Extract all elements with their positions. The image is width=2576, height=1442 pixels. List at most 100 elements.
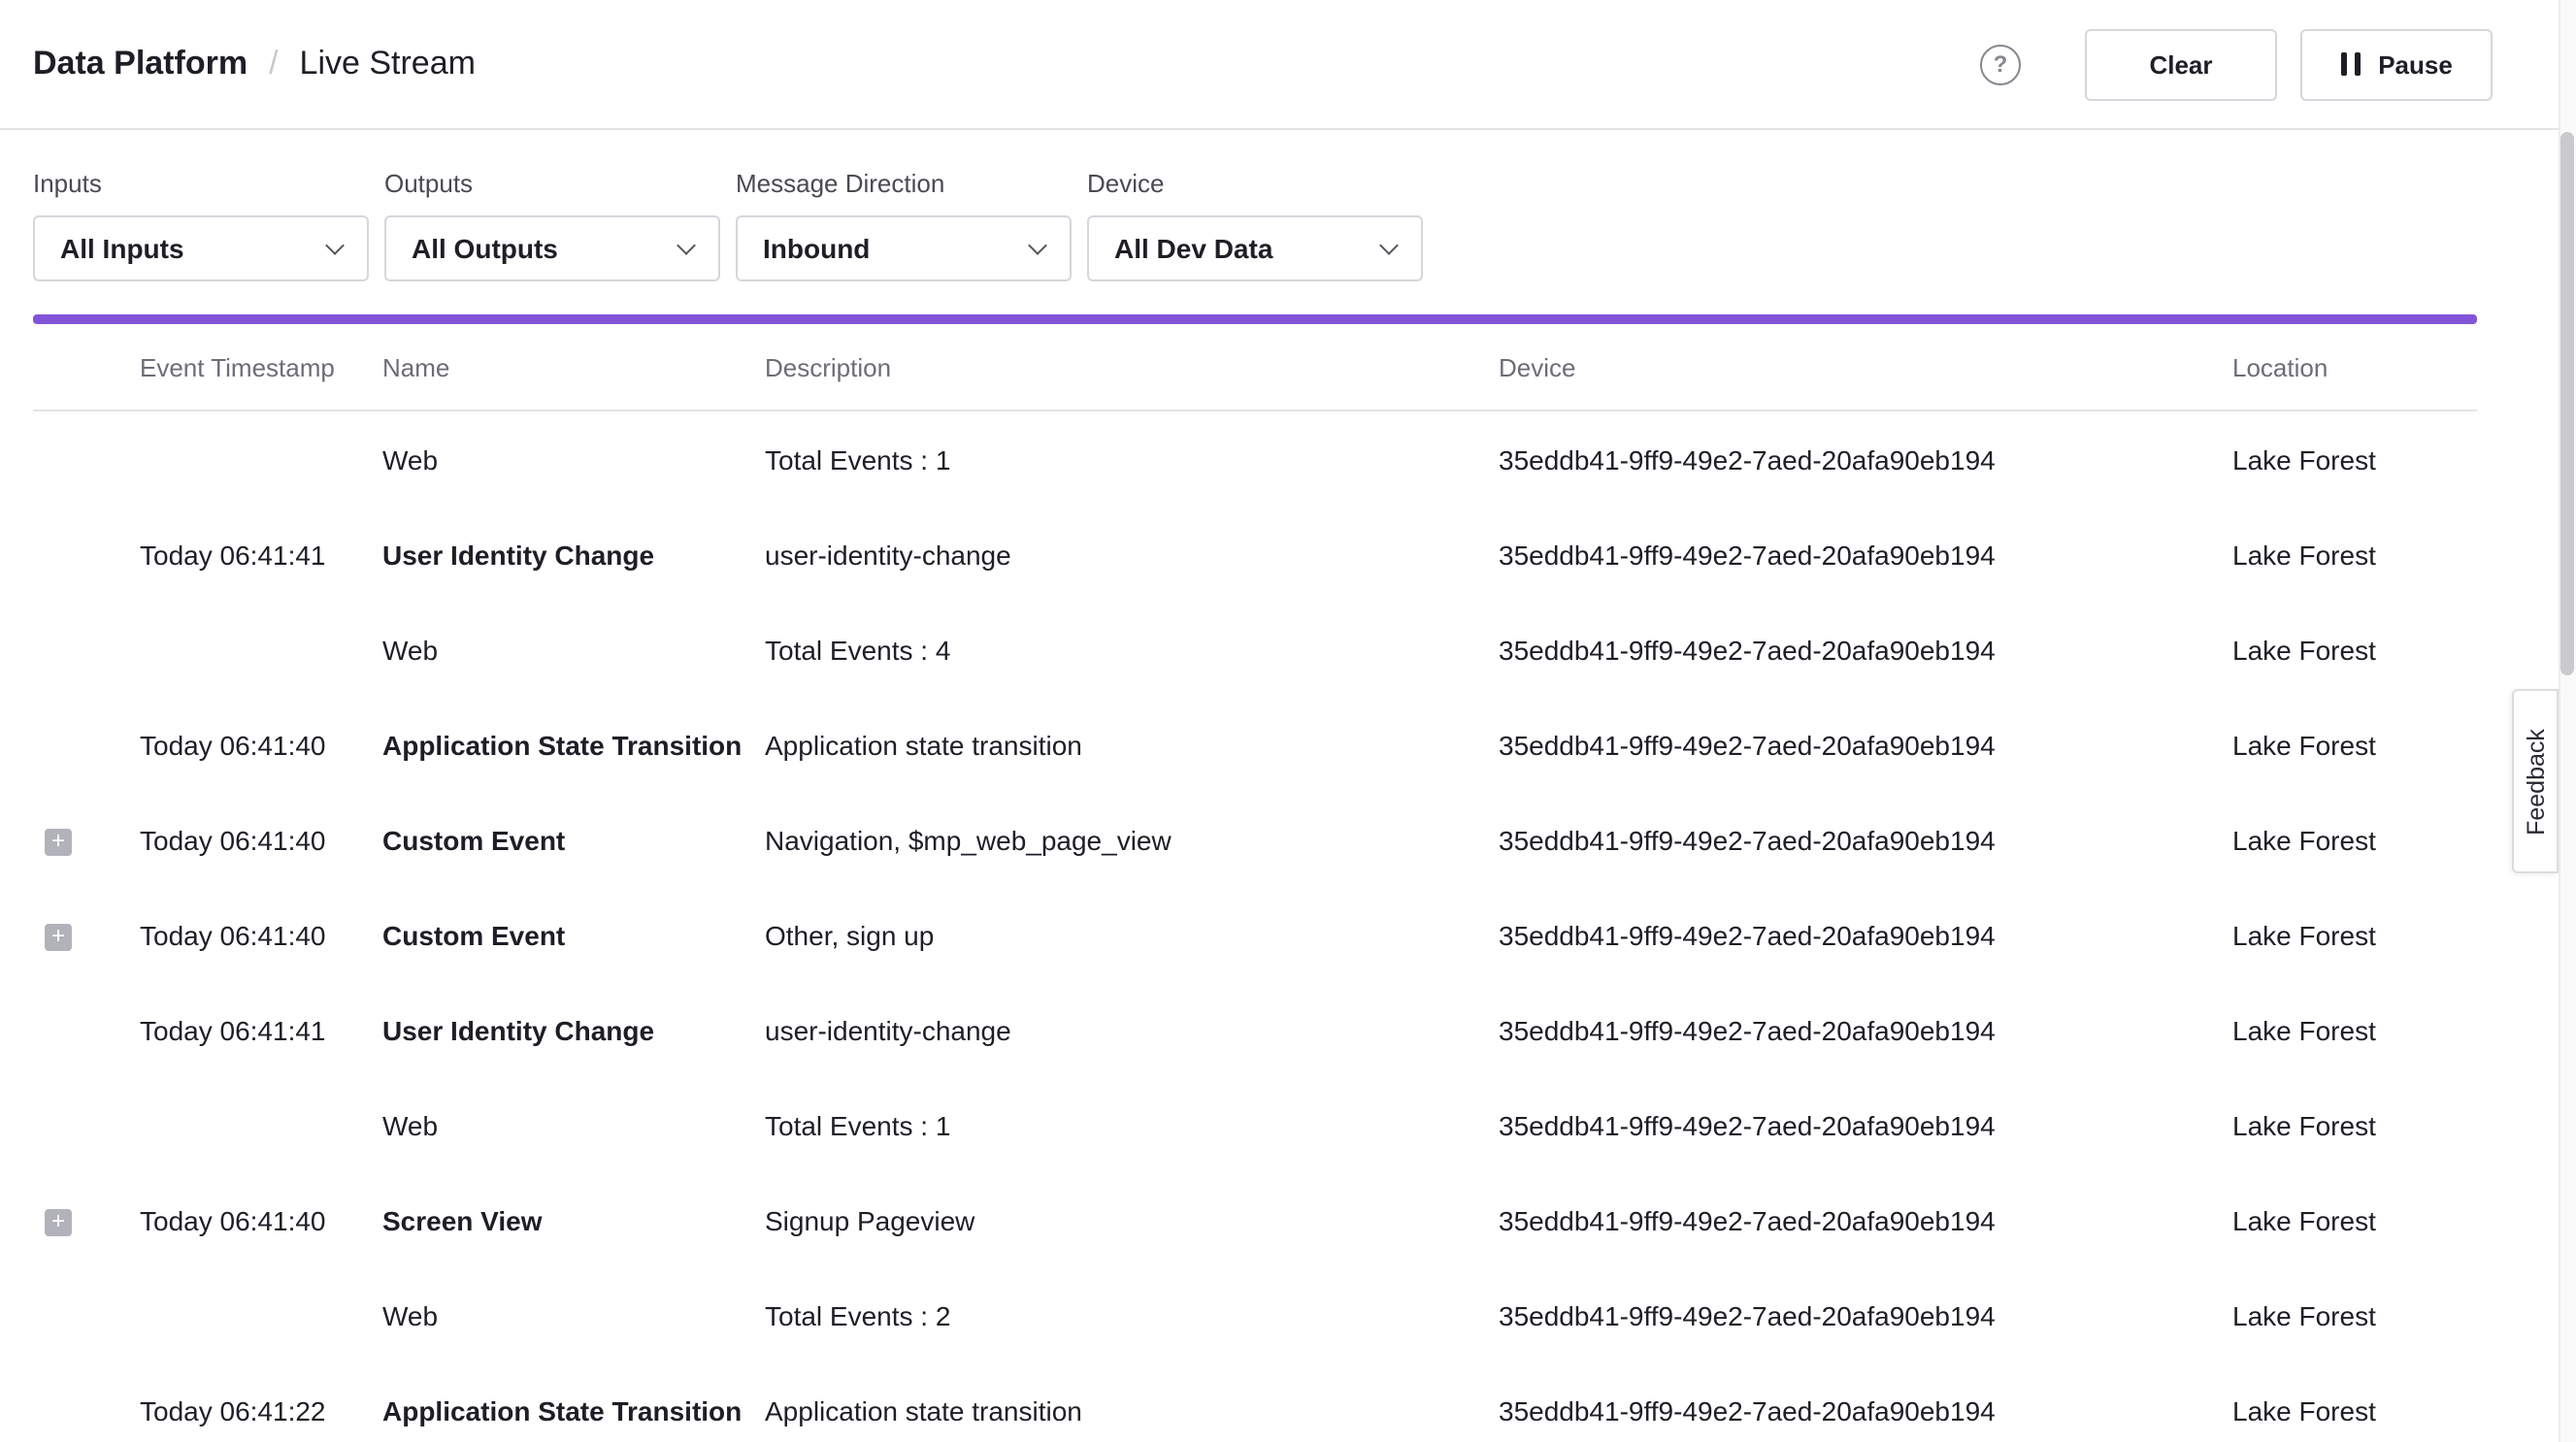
inputs-select-value: All Inputs bbox=[60, 233, 184, 264]
timestamp-cell: Today 06:41:41 bbox=[140, 539, 382, 570]
table-row[interactable]: + Today 06:41:22 Application State Trans… bbox=[33, 1362, 2477, 1442]
expand-cell: + bbox=[33, 1109, 140, 1141]
table-row[interactable]: + Today 06:41:41 User Identity Change us… bbox=[33, 507, 2477, 602]
chevron-down-icon bbox=[325, 235, 345, 254]
expand-cell: + bbox=[33, 1299, 140, 1331]
expand-cell: + bbox=[33, 1014, 140, 1046]
top-bar: Data Platform / Live Stream ? Clear Paus… bbox=[0, 0, 2576, 130]
expand-cell: + bbox=[33, 729, 140, 761]
inputs-select[interactable]: All Inputs bbox=[33, 215, 369, 281]
column-header-device: Device bbox=[1499, 352, 2232, 381]
expand-button[interactable]: + bbox=[45, 829, 72, 856]
loading-bar bbox=[33, 314, 2477, 324]
event-name-cell: Web bbox=[382, 634, 765, 665]
table-row[interactable]: + Today 06:41:40 Custom Event Other, sig… bbox=[33, 887, 2477, 982]
message-direction-select-value: Inbound bbox=[763, 233, 870, 264]
live-stream-page: Data Platform / Live Stream ? Clear Paus… bbox=[0, 0, 2576, 1442]
scrollbar-thumb[interactable] bbox=[2560, 132, 2574, 675]
device-cell: 35eddb41-9ff9-49e2-7aed-20afa90eb194 bbox=[1499, 1014, 2232, 1045]
pause-icon bbox=[2340, 52, 2361, 76]
device-cell: 35eddb41-9ff9-49e2-7aed-20afa90eb194 bbox=[1499, 634, 2232, 665]
table-row[interactable]: + Web Total Events : 1 35eddb41-9ff9-49e… bbox=[33, 411, 2477, 507]
event-name-cell: Web bbox=[382, 1109, 765, 1140]
expand-cell: + bbox=[33, 1394, 140, 1426]
description-cell: Application state transition bbox=[765, 729, 1499, 760]
table-row[interactable]: + Web Total Events : 2 35eddb41-9ff9-49e… bbox=[33, 1267, 2477, 1362]
device-cell: 35eddb41-9ff9-49e2-7aed-20afa90eb194 bbox=[1499, 1299, 2232, 1330]
clear-button[interactable]: Clear bbox=[2085, 28, 2277, 100]
table-row[interactable]: + Today 06:41:40 Screen View Signup Page… bbox=[33, 1172, 2477, 1267]
table-row[interactable]: + Today 06:41:40 Application State Trans… bbox=[33, 697, 2477, 792]
outputs-select[interactable]: All Outputs bbox=[384, 215, 720, 281]
table-row[interactable]: + Today 06:41:41 User Identity Change us… bbox=[33, 982, 2477, 1077]
expand-button[interactable]: + bbox=[45, 924, 72, 951]
breadcrumb-data-platform[interactable]: Data Platform bbox=[33, 45, 248, 83]
device-filter-label: Device bbox=[1087, 169, 1423, 198]
event-table-body: + Web Total Events : 1 35eddb41-9ff9-49e… bbox=[33, 411, 2477, 1442]
expand-cell: + bbox=[33, 1204, 140, 1236]
location-cell: Lake Forest bbox=[2232, 729, 2477, 760]
event-name-cell: Application State Transition bbox=[382, 1394, 765, 1426]
device-cell: 35eddb41-9ff9-49e2-7aed-20afa90eb194 bbox=[1499, 1394, 2232, 1426]
filters-bar: Inputs All Inputs Outputs All Outputs Me… bbox=[0, 130, 2576, 281]
location-cell: Lake Forest bbox=[2232, 1109, 2477, 1140]
device-cell: 35eddb41-9ff9-49e2-7aed-20afa90eb194 bbox=[1499, 539, 2232, 570]
event-name-cell: Custom Event bbox=[382, 919, 765, 950]
chevron-down-icon bbox=[1028, 235, 1047, 254]
filter-message-direction: Message Direction Inbound bbox=[736, 169, 1072, 281]
column-header-location: Location bbox=[2232, 352, 2477, 381]
location-cell: Lake Forest bbox=[2232, 443, 2477, 475]
breadcrumb-separator: / bbox=[269, 45, 278, 83]
location-cell: Lake Forest bbox=[2232, 539, 2477, 570]
help-icon[interactable]: ? bbox=[1980, 44, 2021, 84]
column-header-event-timestamp: Event Timestamp bbox=[140, 352, 382, 381]
description-cell: user-identity-change bbox=[765, 1014, 1499, 1045]
device-cell: 35eddb41-9ff9-49e2-7aed-20afa90eb194 bbox=[1499, 1204, 2232, 1235]
description-cell: Signup Pageview bbox=[765, 1204, 1499, 1235]
page-title: Live Stream bbox=[300, 45, 476, 83]
message-direction-filter-label: Message Direction bbox=[736, 169, 1072, 198]
event-name-cell: Custom Event bbox=[382, 824, 765, 855]
device-select-value: All Dev Data bbox=[1114, 233, 1272, 264]
location-cell: Lake Forest bbox=[2232, 634, 2477, 665]
description-cell: Total Events : 1 bbox=[765, 443, 1499, 475]
timestamp-cell: Today 06:41:40 bbox=[140, 824, 382, 855]
device-cell: 35eddb41-9ff9-49e2-7aed-20afa90eb194 bbox=[1499, 443, 2232, 475]
device-cell: 35eddb41-9ff9-49e2-7aed-20afa90eb194 bbox=[1499, 919, 2232, 950]
description-cell: Total Events : 1 bbox=[765, 1109, 1499, 1140]
location-cell: Lake Forest bbox=[2232, 1014, 2477, 1045]
message-direction-select[interactable]: Inbound bbox=[736, 215, 1072, 281]
table-row[interactable]: + Web Total Events : 4 35eddb41-9ff9-49e… bbox=[33, 602, 2477, 697]
feedback-tab[interactable]: Feedback bbox=[2512, 689, 2559, 873]
pause-button[interactable]: Pause bbox=[2300, 28, 2493, 100]
event-name-cell: Screen View bbox=[382, 1204, 765, 1235]
expand-cell: + bbox=[33, 539, 140, 571]
outputs-select-value: All Outputs bbox=[412, 233, 558, 264]
table-row[interactable]: + Today 06:41:40 Custom Event Navigation… bbox=[33, 792, 2477, 887]
event-name-cell: Application State Transition bbox=[382, 729, 765, 760]
description-cell: Total Events : 4 bbox=[765, 634, 1499, 665]
event-name-cell: User Identity Change bbox=[382, 539, 765, 570]
inputs-filter-label: Inputs bbox=[33, 169, 369, 198]
column-header-description: Description bbox=[765, 352, 1499, 381]
timestamp-cell: Today 06:41:40 bbox=[140, 919, 382, 950]
location-cell: Lake Forest bbox=[2232, 1204, 2477, 1235]
timestamp-cell: Today 06:41:41 bbox=[140, 1014, 382, 1045]
table-header-row: Event Timestamp Name Description Device … bbox=[33, 324, 2477, 411]
device-cell: 35eddb41-9ff9-49e2-7aed-20afa90eb194 bbox=[1499, 1109, 2232, 1140]
event-name-cell: Web bbox=[382, 443, 765, 475]
description-cell: Application state transition bbox=[765, 1394, 1499, 1426]
description-cell: Other, sign up bbox=[765, 919, 1499, 950]
clear-button-label: Clear bbox=[2149, 49, 2212, 79]
device-select[interactable]: All Dev Data bbox=[1087, 215, 1423, 281]
table-row[interactable]: + Web Total Events : 1 35eddb41-9ff9-49e… bbox=[33, 1077, 2477, 1172]
chevron-down-icon bbox=[1379, 235, 1399, 254]
timestamp-cell: Today 06:41:22 bbox=[140, 1394, 382, 1426]
expand-button[interactable]: + bbox=[45, 1209, 72, 1236]
filter-inputs: Inputs All Inputs bbox=[33, 169, 369, 281]
expand-cell: + bbox=[33, 443, 140, 475]
expand-cell: + bbox=[33, 919, 140, 951]
filter-device: Device All Dev Data bbox=[1087, 169, 1423, 281]
expand-cell: + bbox=[33, 824, 140, 856]
breadcrumb: Data Platform / Live Stream bbox=[33, 45, 476, 83]
